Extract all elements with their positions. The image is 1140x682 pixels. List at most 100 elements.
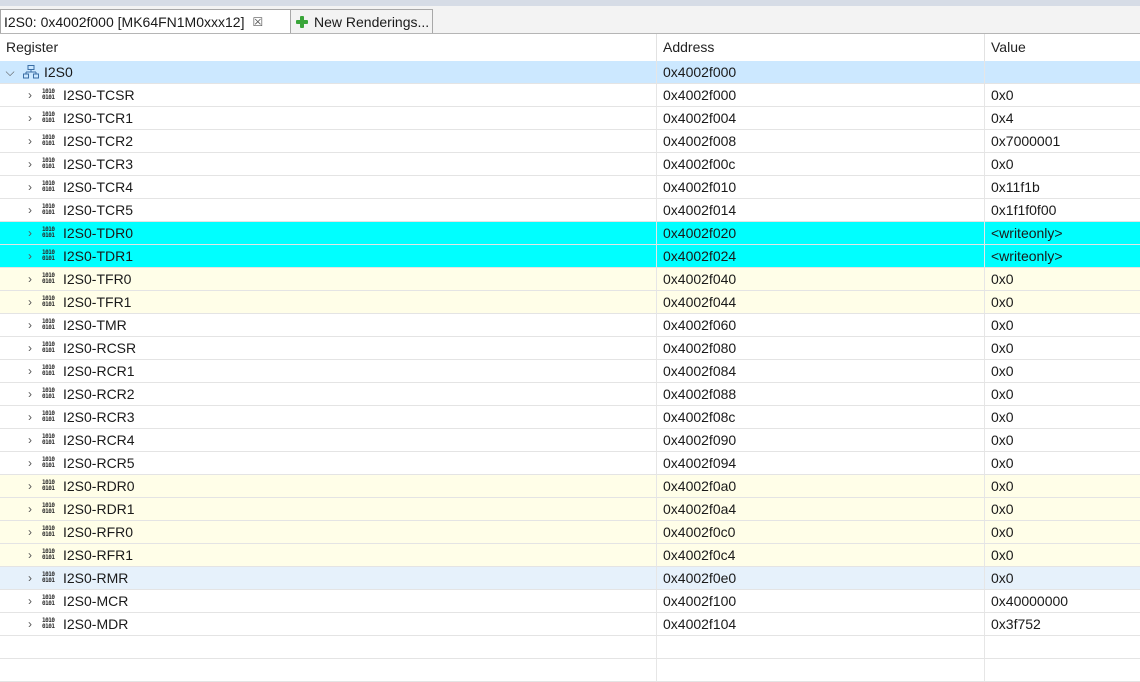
table-row[interactable]: › 1010 0101 I2S0-RMR 0x4002f0e0 0x0: [0, 567, 1140, 590]
value-cell[interactable]: 0x0: [985, 291, 1140, 313]
value-cell[interactable]: 0x3f752: [985, 613, 1140, 635]
chevron-right-icon[interactable]: ›: [24, 84, 36, 106]
value-cell[interactable]: <writeonly>: [985, 245, 1140, 267]
value-cell[interactable]: 0x0: [985, 498, 1140, 520]
value-cell[interactable]: 0x11f1b: [985, 176, 1140, 198]
table-row[interactable]: › 1010 0101 I2S0-TFR0 0x4002f040 0x0: [0, 268, 1140, 291]
register-bits-icon: 1010 0101: [42, 594, 55, 607]
register-bits-icon: 1010 0101: [42, 157, 55, 170]
chevron-right-icon[interactable]: ›: [24, 452, 36, 474]
address-cell: 0x4002f020: [657, 222, 985, 244]
value-cell[interactable]: <writeonly>: [985, 222, 1140, 244]
chevron-right-icon[interactable]: ›: [24, 544, 36, 566]
close-icon[interactable]: ☒: [252, 15, 263, 29]
address-cell: 0x4002f000: [657, 61, 985, 83]
table-row[interactable]: › 1010 0101 I2S0-TFR1 0x4002f044 0x0: [0, 291, 1140, 314]
value-cell[interactable]: 0x0: [985, 544, 1140, 566]
chevron-right-icon[interactable]: ›: [24, 245, 36, 267]
value-cell[interactable]: 0x0: [985, 429, 1140, 451]
table-row[interactable]: › 1010 0101 I2S0-RCR1 0x4002f084 0x0: [0, 360, 1140, 383]
table-row[interactable]: › 1010 0101 I2S0-RFR0 0x4002f0c0 0x0: [0, 521, 1140, 544]
peripheral-row[interactable]: ⌵ I2S0 0x4002f000: [0, 61, 1140, 84]
value-cell[interactable]: 0x0: [985, 521, 1140, 543]
chevron-right-icon[interactable]: ›: [24, 337, 36, 359]
chevron-right-icon[interactable]: ›: [24, 199, 36, 221]
register-name: I2S0-RCR5: [63, 455, 135, 471]
empty-row: [0, 636, 1140, 659]
plus-icon: [295, 15, 309, 29]
address-cell: 0x4002f024: [657, 245, 985, 267]
register-cell: › 1010 0101 I2S0-TCR5: [0, 199, 657, 221]
tab-new-renderings[interactable]: New Renderings...: [290, 9, 433, 33]
table-row[interactable]: › 1010 0101 I2S0-RFR1 0x4002f0c4 0x0: [0, 544, 1140, 567]
chevron-right-icon[interactable]: ›: [24, 130, 36, 152]
value-cell[interactable]: 0x1f1f0f00: [985, 199, 1140, 221]
value-cell[interactable]: 0x0: [985, 475, 1140, 497]
table-row[interactable]: › 1010 0101 I2S0-TCR5 0x4002f014 0x1f1f0f00: [0, 199, 1140, 222]
chevron-right-icon[interactable]: ›: [24, 613, 36, 635]
tab-label: I2S0: 0x4002f000 [MK64FN1M0xxx12]: [4, 13, 245, 30]
value-cell[interactable]: 0x0: [985, 360, 1140, 382]
table-row[interactable]: › 1010 0101 I2S0-RDR0 0x4002f0a0 0x0: [0, 475, 1140, 498]
chevron-right-icon[interactable]: ›: [24, 429, 36, 451]
table-row[interactable]: › 1010 0101 I2S0-RCR4 0x4002f090 0x0: [0, 429, 1140, 452]
chevron-right-icon[interactable]: ›: [24, 222, 36, 244]
chevron-right-icon[interactable]: ›: [24, 176, 36, 198]
value-cell[interactable]: 0x0: [985, 383, 1140, 405]
chevron-right-icon[interactable]: ›: [24, 475, 36, 497]
register-table: Register Address Value ⌵ I2S0 0x4002f000: [0, 34, 1140, 682]
chevron-right-icon[interactable]: ›: [24, 590, 36, 612]
register-name: I2S0-RFR0: [63, 524, 134, 540]
table-row[interactable]: › 1010 0101 I2S0-RCR3 0x4002f08c 0x0: [0, 406, 1140, 429]
value-cell[interactable]: 0x0: [985, 406, 1140, 428]
value-cell[interactable]: 0x0: [985, 153, 1140, 175]
column-header-address[interactable]: Address: [657, 34, 985, 61]
tab-i2s0-rendering[interactable]: I2S0: 0x4002f000 [MK64FN1M0xxx12] ☒: [0, 9, 290, 33]
value-cell[interactable]: 0x0: [985, 314, 1140, 336]
table-row[interactable]: › 1010 0101 I2S0-RCSR 0x4002f080 0x0: [0, 337, 1140, 360]
value-cell[interactable]: 0x40000000: [985, 590, 1140, 612]
chevron-right-icon[interactable]: ›: [24, 107, 36, 129]
table-row[interactable]: › 1010 0101 I2S0-RCR2 0x4002f088 0x0: [0, 383, 1140, 406]
value-cell[interactable]: 0x0: [985, 452, 1140, 474]
column-header-value[interactable]: Value: [985, 34, 1140, 61]
address-cell: 0x4002f0c4: [657, 544, 985, 566]
table-row[interactable]: › 1010 0101 I2S0-TCR3 0x4002f00c 0x0: [0, 153, 1140, 176]
register-name: I2S0-RCR3: [63, 409, 135, 425]
table-row[interactable]: › 1010 0101 I2S0-MCR 0x4002f100 0x40000000: [0, 590, 1140, 613]
chevron-down-icon[interactable]: ⌵: [4, 61, 16, 83]
chevron-right-icon[interactable]: ›: [24, 291, 36, 313]
chevron-right-icon[interactable]: ›: [24, 268, 36, 290]
value-cell[interactable]: 0x0: [985, 268, 1140, 290]
value-cell[interactable]: 0x0: [985, 84, 1140, 106]
value-cell[interactable]: 0x4: [985, 107, 1140, 129]
chevron-right-icon[interactable]: ›: [24, 383, 36, 405]
register-cell: › 1010 0101 I2S0-RDR0: [0, 475, 657, 497]
value-cell[interactable]: 0x0: [985, 337, 1140, 359]
chevron-right-icon[interactable]: ›: [24, 521, 36, 543]
column-header-register[interactable]: Register: [0, 34, 657, 61]
chevron-right-icon[interactable]: ›: [24, 406, 36, 428]
register-bits-icon: 1010 0101: [42, 502, 55, 515]
value-cell[interactable]: 0x7000001: [985, 130, 1140, 152]
register-name: I2S0-RCR4: [63, 432, 135, 448]
chevron-right-icon[interactable]: ›: [24, 498, 36, 520]
table-row[interactable]: › 1010 0101 I2S0-TCR1 0x4002f004 0x4: [0, 107, 1140, 130]
chevron-right-icon[interactable]: ›: [24, 314, 36, 336]
chevron-right-icon[interactable]: ›: [24, 360, 36, 382]
table-row[interactable]: › 1010 0101 I2S0-RDR1 0x4002f0a4 0x0: [0, 498, 1140, 521]
table-row[interactable]: › 1010 0101 I2S0-TMR 0x4002f060 0x0: [0, 314, 1140, 337]
register-bits-icon: 1010 0101: [42, 479, 55, 492]
empty-cell: [0, 659, 657, 681]
table-row[interactable]: › 1010 0101 I2S0-TDR1 0x4002f024 <writeonly>: [0, 245, 1140, 268]
table-row[interactable]: › 1010 0101 I2S0-TCR4 0x4002f010 0x11f1b: [0, 176, 1140, 199]
table-row[interactable]: › 1010 0101 I2S0-TDR0 0x4002f020 <writeonly>: [0, 222, 1140, 245]
chevron-right-icon[interactable]: ›: [24, 153, 36, 175]
table-row[interactable]: › 1010 0101 I2S0-TCSR 0x4002f000 0x0: [0, 84, 1140, 107]
value-cell[interactable]: 0x0: [985, 567, 1140, 589]
register-cell: ⌵ I2S0: [0, 61, 657, 83]
table-row[interactable]: › 1010 0101 I2S0-TCR2 0x4002f008 0x7000001: [0, 130, 1140, 153]
table-row[interactable]: › 1010 0101 I2S0-RCR5 0x4002f094 0x0: [0, 452, 1140, 475]
chevron-right-icon[interactable]: ›: [24, 567, 36, 589]
table-row[interactable]: › 1010 0101 I2S0-MDR 0x4002f104 0x3f752: [0, 613, 1140, 636]
